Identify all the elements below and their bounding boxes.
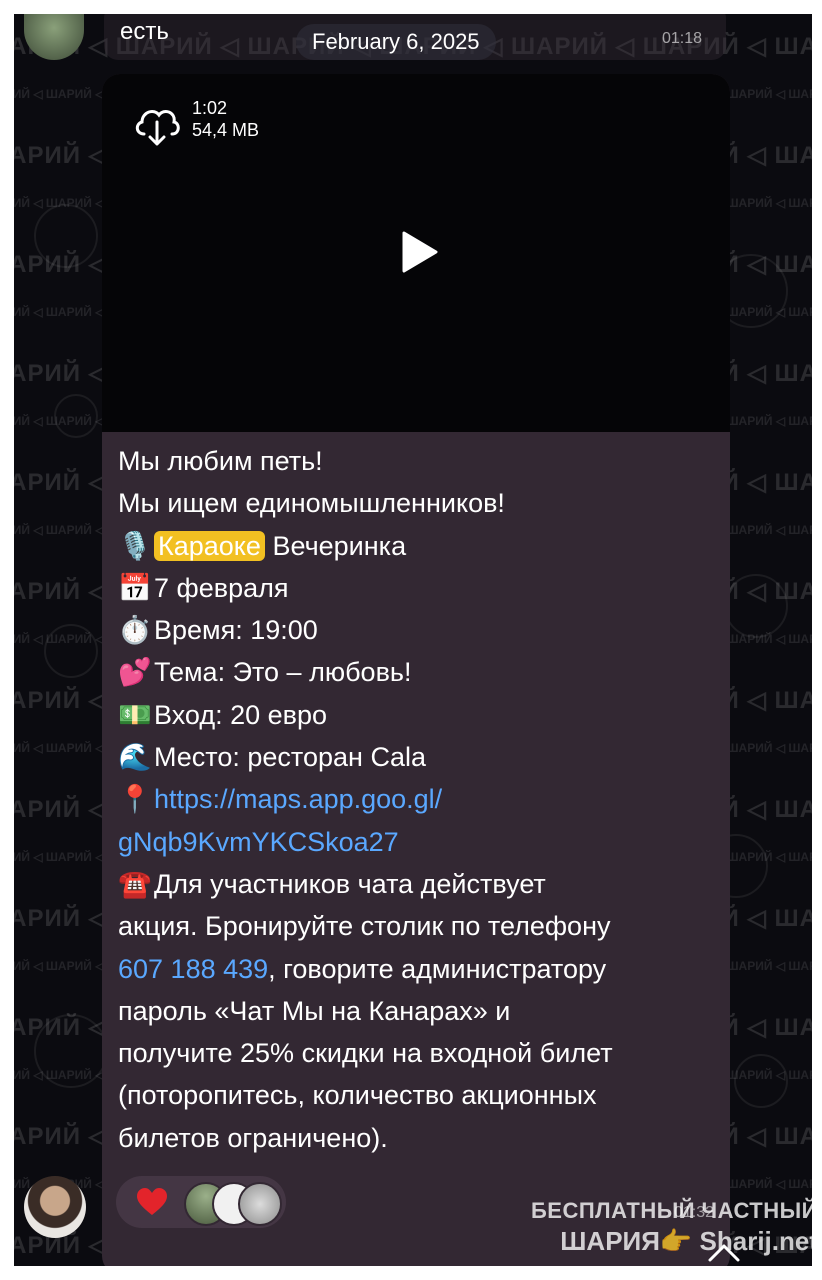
emoji-icon: 📅 (118, 572, 152, 603)
message-line: (поторопитесь, количество акционных (118, 1074, 718, 1116)
message-line: 💕Тема: Это – любовь! (118, 651, 718, 693)
message-line: 607 188 439, говорите администратору (118, 948, 718, 990)
message-line: акция. Бронируйте столик по телефону (118, 905, 718, 947)
site-watermark-line1: БЕСПЛАТНЫЙ ЧАСТНЫЙ (530, 1198, 812, 1223)
emoji-icon: 🎙️ (118, 530, 152, 561)
message-text: Мы любим петь! Мы ищем единомышленников! 🎙… (118, 440, 718, 1159)
sender-avatar[interactable] (24, 1176, 86, 1238)
background-doodle (34, 1014, 108, 1088)
heart-reaction-icon[interactable] (136, 1188, 168, 1216)
date-separator: February 6, 2025 (296, 24, 496, 60)
emoji-icon: 🌊 (118, 742, 152, 773)
previous-message-time: 01:18 (662, 30, 703, 47)
previous-message-text: есть (120, 18, 169, 45)
emoji-icon: ⏱️ (118, 615, 152, 646)
message-line-text: акция. Бронируйте столик по телефону (118, 911, 611, 942)
message-line: 🌊Место: ресторан Cala (118, 736, 718, 778)
highlighted-word: Караоке (154, 530, 265, 561)
message-line: 🎙️ Караоке Вечеринка (118, 525, 718, 567)
message-line: ⏱️Время: 19:00 (118, 609, 718, 651)
map-link[interactable]: gNqb9KvmYKCSkoa27 (118, 827, 399, 857)
message-line-text: Для участников чата действует (154, 868, 546, 899)
message-line: 💵Вход: 20 евро (118, 694, 718, 736)
phone-link[interactable]: 607 188 439 (118, 954, 268, 984)
message-line-text: Мы любим петь! (118, 446, 323, 476)
video-attachment[interactable]: 1:02 54,4 MB (102, 74, 730, 432)
site-watermark-line2: ШАРИЯ👉 Sharij.net (560, 1226, 812, 1256)
message-line-text: билетов ограничено). (118, 1122, 388, 1153)
message-line: получите 25% скидки на входной билет (118, 1032, 718, 1074)
message-line: Мы любим петь! (118, 440, 718, 482)
message-line-text: Вечеринка (264, 530, 407, 561)
background-doodle (34, 204, 98, 268)
video-duration: 1:02 (192, 98, 228, 118)
background-doodle (44, 624, 98, 678)
message-line: 📅7 февраля (118, 567, 718, 609)
message-line-text: , говорите администратору (268, 953, 607, 984)
message-bubble[interactable]: 1:02 54,4 MB Мы любим петь! Мы ищем едино… (102, 74, 730, 1266)
background-doodle (724, 574, 788, 638)
message-line-text: Место: ресторан Cala (154, 742, 426, 773)
site-watermark: БЕСПЛАТНЫЙ ЧАСТНЫЙ ШАРИЯ👉 Sharij.net (528, 1198, 812, 1257)
message-line: пароль «Чат Мы на Канарах» и (118, 990, 718, 1032)
message-line-text: получите 25% скидки на входной билет (118, 1038, 613, 1069)
emoji-icon: 💕 (118, 657, 152, 688)
map-link[interactable]: https://maps.app.goo.gl/ (154, 784, 442, 814)
message-line-text: 7 февраля (154, 572, 289, 603)
message-line: ☎️Для участников чата действует (118, 863, 718, 905)
reaction-avatar (238, 1182, 282, 1226)
message-line: gNqb9KvmYKCSkoa27 (118, 821, 718, 863)
chat-screen: ШАРИЙ ◁ ШАРИЙ ◁ ШАРИЙ ◁ ШАРИЙ ◁ ШАРИЙ ◁ … (14, 14, 812, 1266)
play-icon[interactable] (400, 230, 440, 274)
message-line-text: Время: 19:00 (154, 615, 318, 646)
video-size: 54,4 MB (192, 120, 260, 140)
background-doodle (54, 394, 98, 438)
emoji-icon: ☎️ (118, 868, 152, 899)
cloud-download-icon[interactable] (132, 102, 182, 148)
emoji-icon: 📍 (118, 784, 152, 815)
message-line-text: Тема: Это – любовь! (154, 657, 412, 688)
sender-avatar-top[interactable] (24, 14, 84, 60)
message-line: Мы ищем единомышленников! (118, 482, 718, 524)
message-line: 📍https://maps.app.goo.gl/ (118, 778, 718, 820)
emoji-icon: 💵 (118, 699, 152, 730)
message-line-text: Вход: 20 евро (154, 699, 328, 730)
reactions-bar[interactable] (116, 1176, 286, 1228)
message-line-text: Мы ищем единомышленников! (118, 488, 505, 519)
message-line-text: (поторопитесь, количество акционных (118, 1080, 597, 1111)
message-line-text: пароль «Чат Мы на Канарах» и (118, 995, 511, 1026)
background-doodle (734, 1054, 788, 1108)
message-line: билетов ограничено). (118, 1117, 718, 1159)
